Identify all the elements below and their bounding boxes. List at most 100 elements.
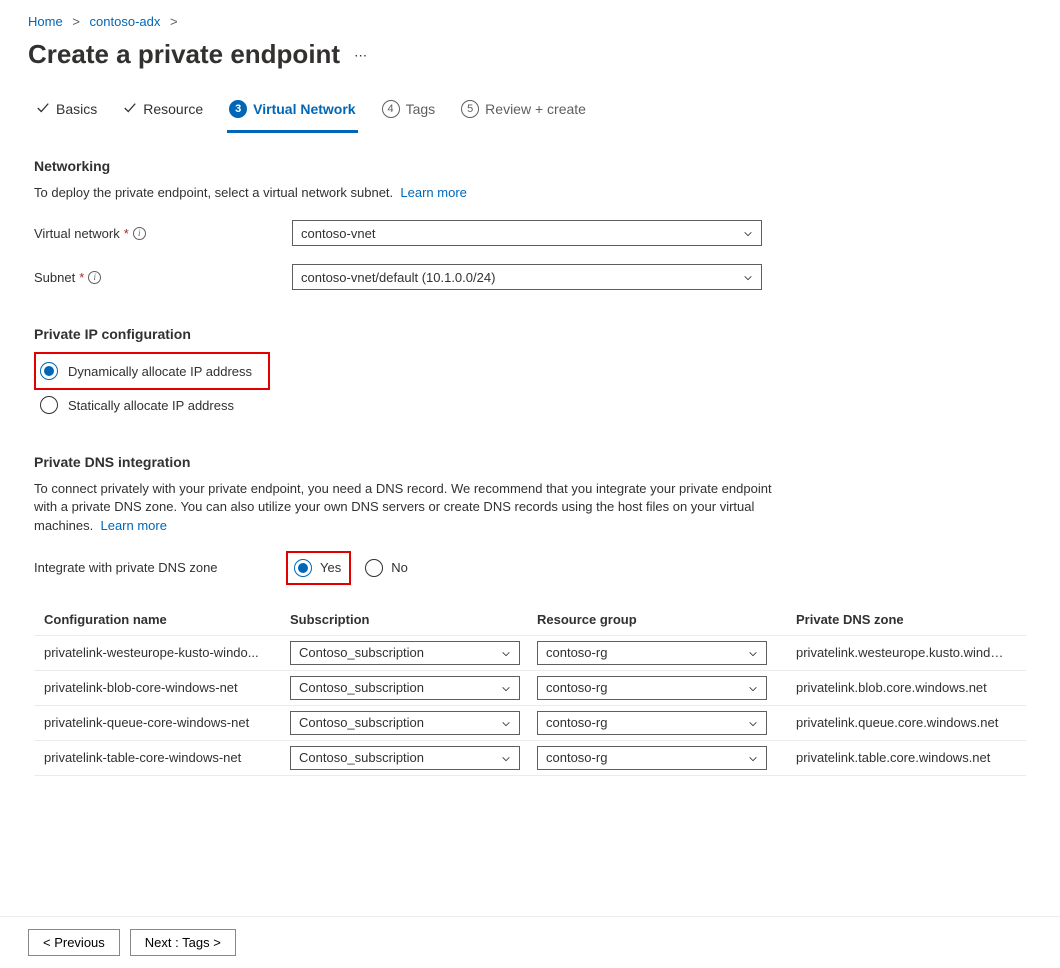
chevron-down-icon bbox=[748, 753, 758, 763]
table-row: privatelink-blob-core-windows-net Contos… bbox=[34, 670, 1026, 705]
tab-virtual-network[interactable]: 3 Virtual Network bbox=[227, 90, 357, 133]
select-value: contoso-vnet bbox=[301, 226, 375, 241]
private-ip-heading: Private IP configuration bbox=[34, 326, 1026, 342]
select-value: Contoso_subscription bbox=[299, 715, 424, 730]
tab-basics[interactable]: Basics bbox=[34, 90, 99, 133]
chevron-down-icon bbox=[743, 272, 753, 282]
dns-zone-cell: privatelink.westeurope.kusto.window... bbox=[784, 645, 1016, 660]
tab-label: Review + create bbox=[485, 101, 586, 117]
config-name-cell: privatelink-table-core-windows-net bbox=[44, 750, 290, 765]
chevron-right-icon: > bbox=[170, 14, 178, 29]
select-value: contoso-rg bbox=[546, 715, 607, 730]
config-name-cell: privatelink-westeurope-kusto-windo... bbox=[44, 645, 290, 660]
table-row: privatelink-queue-core-windows-net Conto… bbox=[34, 705, 1026, 740]
highlight-annotation: Dynamically allocate IP address bbox=[34, 352, 270, 390]
radio-static-ip[interactable]: Statically allocate IP address bbox=[34, 390, 1026, 420]
tab-resource[interactable]: Resource bbox=[121, 90, 205, 133]
more-icon[interactable]: ⋯ bbox=[354, 48, 367, 64]
subnet-label: Subnet * i bbox=[34, 270, 292, 285]
check-icon bbox=[36, 101, 50, 118]
radio-label: No bbox=[391, 560, 408, 575]
tab-label: Virtual Network bbox=[253, 101, 355, 117]
chevron-down-icon bbox=[501, 718, 511, 728]
virtual-network-select[interactable]: contoso-vnet bbox=[292, 220, 762, 246]
chevron-down-icon bbox=[501, 753, 511, 763]
virtual-network-label: Virtual network * i bbox=[34, 226, 292, 241]
subscription-select[interactable]: Contoso_subscription bbox=[290, 676, 520, 700]
subscription-select[interactable]: Contoso_subscription bbox=[290, 711, 520, 735]
chevron-down-icon bbox=[748, 683, 758, 693]
radio-label: Yes bbox=[320, 560, 341, 575]
previous-button[interactable]: < Previous bbox=[28, 929, 120, 956]
integrate-dns-label: Integrate with private DNS zone bbox=[34, 560, 286, 575]
tab-label: Resource bbox=[143, 101, 203, 117]
chevron-right-icon: > bbox=[72, 14, 80, 29]
radio-label: Dynamically allocate IP address bbox=[68, 364, 252, 379]
col-private-dns-zone: Private DNS zone bbox=[784, 612, 1016, 627]
col-subscription: Subscription bbox=[290, 612, 537, 627]
check-icon bbox=[123, 101, 137, 118]
table-row: privatelink-westeurope-kusto-windo... Co… bbox=[34, 635, 1026, 670]
radio-icon bbox=[294, 559, 312, 577]
step-number-icon: 3 bbox=[229, 100, 247, 118]
select-value: contoso-rg bbox=[546, 750, 607, 765]
select-value: contoso-rg bbox=[546, 680, 607, 695]
next-button[interactable]: Next : Tags > bbox=[130, 929, 236, 956]
page-title: Create a private endpoint bbox=[28, 39, 340, 70]
dns-config-table: Configuration name Subscription Resource… bbox=[34, 607, 1026, 776]
radio-icon bbox=[40, 396, 58, 414]
config-name-cell: privatelink-blob-core-windows-net bbox=[44, 680, 290, 695]
select-value: Contoso_subscription bbox=[299, 645, 424, 660]
table-row: privatelink-table-core-windows-net Conto… bbox=[34, 740, 1026, 776]
tab-label: Basics bbox=[56, 101, 97, 117]
select-value: Contoso_subscription bbox=[299, 680, 424, 695]
resource-group-select[interactable]: contoso-rg bbox=[537, 641, 767, 665]
learn-more-link[interactable]: Learn more bbox=[400, 185, 466, 200]
breadcrumb: Home > contoso-adx > bbox=[28, 14, 1032, 29]
dns-zone-cell: privatelink.table.core.windows.net bbox=[784, 750, 1016, 765]
networking-description: To deploy the private endpoint, select a… bbox=[34, 184, 794, 202]
chevron-down-icon bbox=[743, 228, 753, 238]
step-number-icon: 5 bbox=[461, 100, 479, 118]
wizard-footer: < Previous Next : Tags > bbox=[0, 916, 1060, 968]
chevron-down-icon bbox=[501, 648, 511, 658]
radio-integrate-no[interactable]: No bbox=[365, 559, 408, 577]
resource-group-select[interactable]: contoso-rg bbox=[537, 746, 767, 770]
chevron-down-icon bbox=[748, 718, 758, 728]
networking-heading: Networking bbox=[34, 158, 1026, 174]
select-value: Contoso_subscription bbox=[299, 750, 424, 765]
resource-group-select[interactable]: contoso-rg bbox=[537, 676, 767, 700]
required-icon: * bbox=[124, 226, 129, 241]
tab-label: Tags bbox=[406, 101, 436, 117]
dns-zone-cell: privatelink.blob.core.windows.net bbox=[784, 680, 1016, 695]
private-dns-heading: Private DNS integration bbox=[34, 454, 1026, 470]
highlight-annotation: Yes bbox=[286, 551, 351, 585]
tab-review-create[interactable]: 5 Review + create bbox=[459, 90, 588, 133]
radio-integrate-yes[interactable]: Yes bbox=[294, 559, 341, 577]
dns-zone-cell: privatelink.queue.core.windows.net bbox=[784, 715, 1016, 730]
config-name-cell: privatelink-queue-core-windows-net bbox=[44, 715, 290, 730]
learn-more-link[interactable]: Learn more bbox=[100, 518, 166, 533]
wizard-tabs: Basics Resource 3 Virtual Network 4 Tags… bbox=[28, 90, 1032, 134]
info-icon[interactable]: i bbox=[88, 271, 101, 284]
required-icon: * bbox=[79, 270, 84, 285]
col-resource-group: Resource group bbox=[537, 612, 784, 627]
radio-label: Statically allocate IP address bbox=[68, 398, 234, 413]
chevron-down-icon bbox=[748, 648, 758, 658]
tab-tags[interactable]: 4 Tags bbox=[380, 90, 438, 133]
info-icon[interactable]: i bbox=[133, 227, 146, 240]
radio-dynamic-ip[interactable]: Dynamically allocate IP address bbox=[40, 356, 252, 386]
radio-icon bbox=[40, 362, 58, 380]
radio-icon bbox=[365, 559, 383, 577]
subnet-select[interactable]: contoso-vnet/default (10.1.0.0/24) bbox=[292, 264, 762, 290]
select-value: contoso-rg bbox=[546, 645, 607, 660]
private-dns-description: To connect privately with your private e… bbox=[34, 480, 794, 535]
table-header-row: Configuration name Subscription Resource… bbox=[34, 607, 1026, 635]
col-config-name: Configuration name bbox=[44, 612, 290, 627]
chevron-down-icon bbox=[501, 683, 511, 693]
resource-group-select[interactable]: contoso-rg bbox=[537, 711, 767, 735]
subscription-select[interactable]: Contoso_subscription bbox=[290, 746, 520, 770]
breadcrumb-resource[interactable]: contoso-adx bbox=[90, 14, 161, 29]
breadcrumb-home[interactable]: Home bbox=[28, 14, 63, 29]
subscription-select[interactable]: Contoso_subscription bbox=[290, 641, 520, 665]
